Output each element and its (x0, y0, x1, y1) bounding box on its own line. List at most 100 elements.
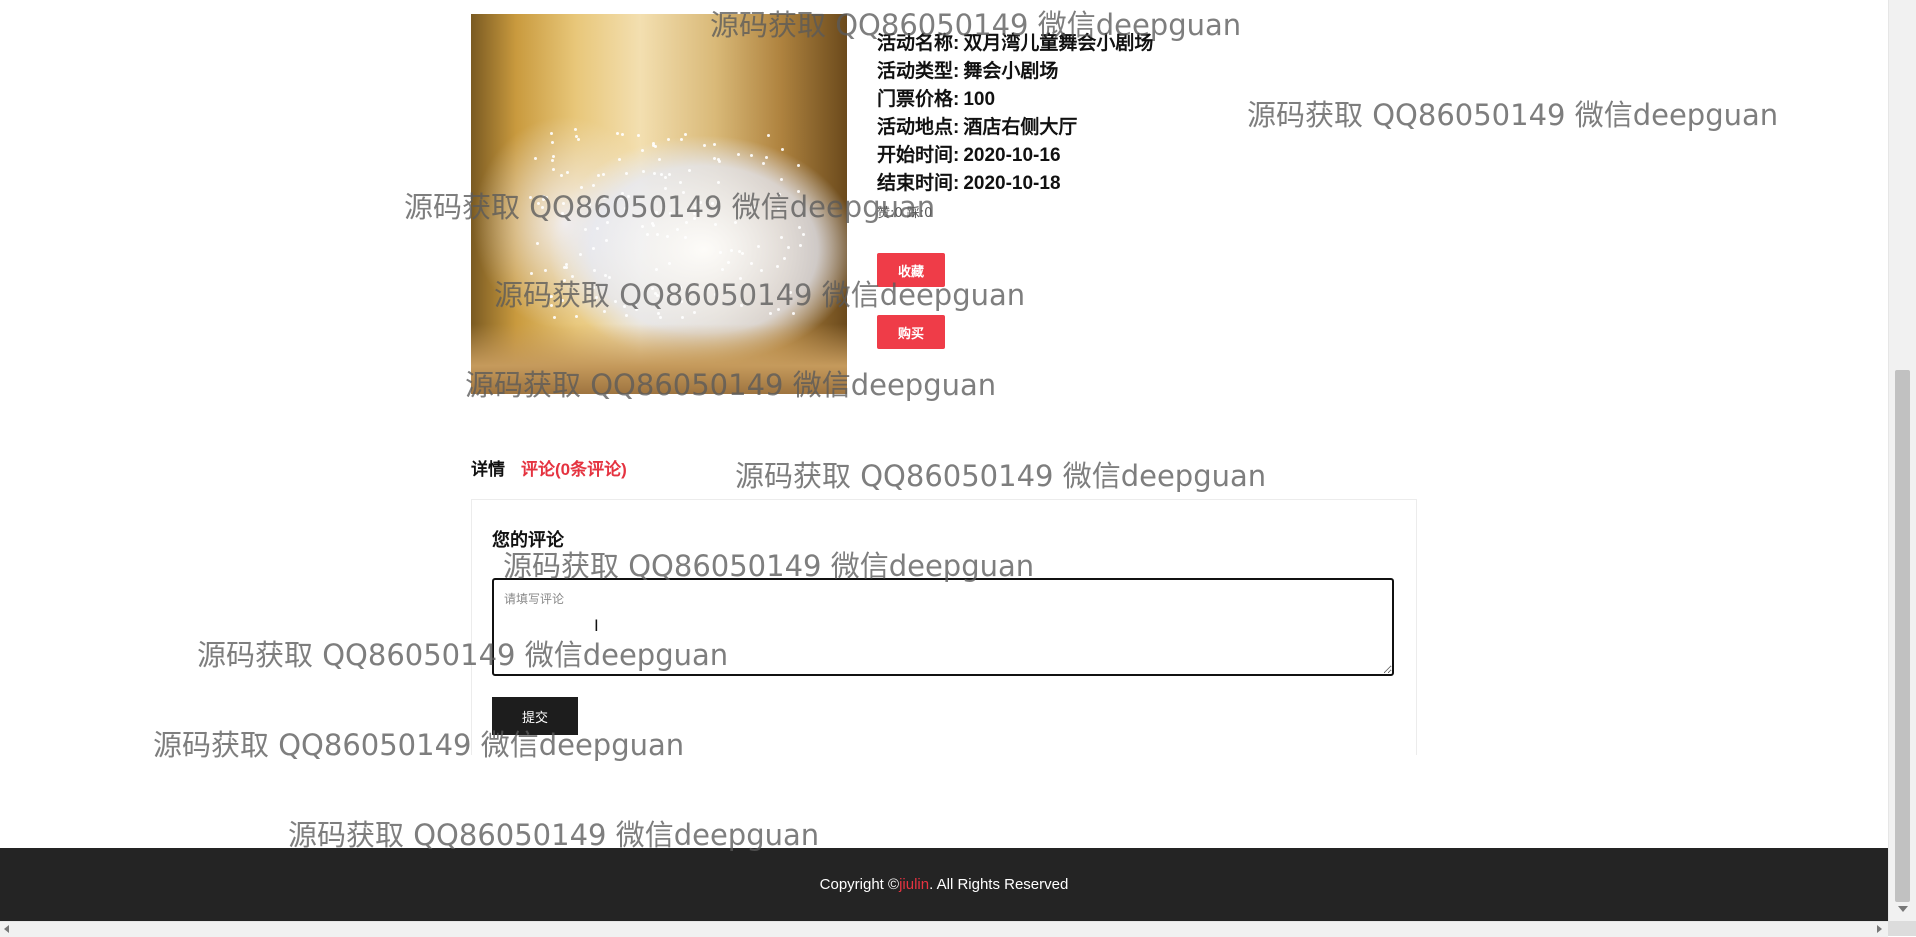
sparkle-light (765, 155, 769, 159)
sparkle-light (592, 247, 596, 251)
sparkle-light (713, 293, 717, 297)
scrollbar-thumb[interactable] (1895, 370, 1910, 902)
sparkle-light (613, 300, 617, 304)
sparkle-light (679, 137, 683, 141)
favorite-button[interactable]: 收藏 (877, 253, 945, 287)
sparkle-light (692, 211, 696, 215)
sparkle-light (769, 311, 773, 315)
scroll-left-arrow-icon[interactable] (4, 925, 9, 933)
sparkle-light (588, 202, 592, 206)
ticket-price-value: 100 (963, 89, 996, 110)
sparkle-light (577, 137, 581, 141)
sparkle-light (653, 172, 657, 176)
sparkle-light (693, 217, 697, 221)
start-time-label: 开始时间: (877, 145, 960, 166)
sparkle-light (687, 168, 691, 172)
sparkle-light (801, 233, 805, 237)
sparkle-light (637, 134, 641, 138)
sparkle-light (616, 132, 620, 136)
footer: Copyright © jiulin. All Rights Reserved (0, 848, 1888, 921)
sparkle-light (540, 206, 544, 210)
sparkle-light (665, 234, 669, 238)
sparkle-light (594, 295, 598, 299)
comment-input[interactable] (492, 578, 1394, 676)
sparkle-light (678, 285, 682, 289)
sparkle-light (561, 298, 565, 302)
sparkle-light (626, 194, 630, 198)
sparkle-light (603, 273, 607, 277)
sparkle-light (693, 206, 697, 210)
sparkle-light (678, 181, 682, 184)
sparkle-light (620, 133, 624, 137)
sparkle-light (641, 170, 645, 174)
sparkle-light (657, 157, 661, 161)
footer-brand-link[interactable]: jiulin (899, 876, 929, 893)
sparkle-light (780, 178, 784, 182)
sparkle-light (541, 194, 545, 198)
sparkle-light (624, 207, 628, 211)
detail-tabs: 详情 评论(0条评论) (471, 455, 643, 480)
sparkle-light (535, 242, 539, 246)
sparkle-light (552, 316, 556, 320)
tab-details[interactable]: 详情 (471, 455, 505, 480)
horizontal-scrollbar[interactable] (0, 921, 1888, 937)
sparkle-light (777, 193, 781, 197)
buy-button[interactable]: 购买 (877, 315, 945, 349)
sparkle-light (779, 235, 783, 239)
sparkle-light (570, 274, 574, 278)
sparkle-light (565, 170, 569, 174)
sparkle-light (718, 160, 722, 164)
sparkle-light (529, 271, 533, 275)
sparkle-light (750, 153, 754, 157)
sparkle-light (667, 172, 671, 176)
activity-type-row: 活动类型: 舞会小剧场 (877, 58, 1153, 86)
scroll-down-arrow-icon[interactable] (1898, 906, 1908, 912)
sparkle-light (592, 285, 596, 289)
sparkle-light (777, 206, 781, 210)
comment-title: 您的评论 (492, 530, 564, 550)
sparkle-light (664, 175, 668, 179)
ticket-price-label: 门票价格: (877, 89, 960, 110)
sparkle-light (617, 158, 621, 162)
sparkle-light (693, 311, 697, 315)
end-time-label: 结束时间: (877, 173, 960, 194)
vertical-scrollbar[interactable] (1888, 0, 1916, 921)
sparkle-light (741, 252, 745, 256)
sparkle-light (679, 300, 683, 304)
sparkle-light (788, 291, 792, 295)
sparkle-light (541, 198, 545, 202)
sparkle-light (738, 249, 742, 253)
scroll-right-arrow-icon[interactable] (1877, 925, 1882, 933)
submit-comment-button[interactable]: 提交 (492, 697, 578, 735)
sparkle-light (562, 202, 566, 206)
sparkle-light (601, 172, 605, 176)
sparkle-light (783, 256, 786, 260)
sparkle-light (662, 206, 666, 210)
sparkle-light (583, 228, 587, 232)
sparkle-light (551, 167, 555, 171)
sparkle-light (550, 140, 554, 144)
sparkle-light (654, 268, 658, 272)
tab-comments[interactable]: 评论(0条评论) (521, 455, 627, 480)
sparkle-light (549, 303, 553, 307)
sparkle-light (666, 137, 670, 141)
sparkle-light (776, 265, 780, 269)
sparkle-light (635, 307, 639, 311)
sparkle-light (729, 249, 733, 253)
sparkle-light (777, 308, 781, 312)
sparkle-light (706, 285, 710, 289)
sparkle-light (633, 303, 637, 307)
sparkle-light (656, 311, 660, 315)
sparkle-light (595, 227, 599, 231)
sparkle-light (667, 261, 671, 265)
sparkle-light (606, 220, 610, 224)
sparkle-light (683, 132, 687, 136)
sparkle-light (750, 262, 754, 266)
sparkle-light (624, 172, 628, 176)
sparkle-light (663, 186, 667, 190)
sparkle-light (660, 172, 664, 176)
sparkle-light (749, 301, 753, 305)
copyright-prefix: Copyright © (819, 876, 900, 893)
sparkle-light (651, 287, 655, 291)
sparkle-light (685, 220, 689, 224)
